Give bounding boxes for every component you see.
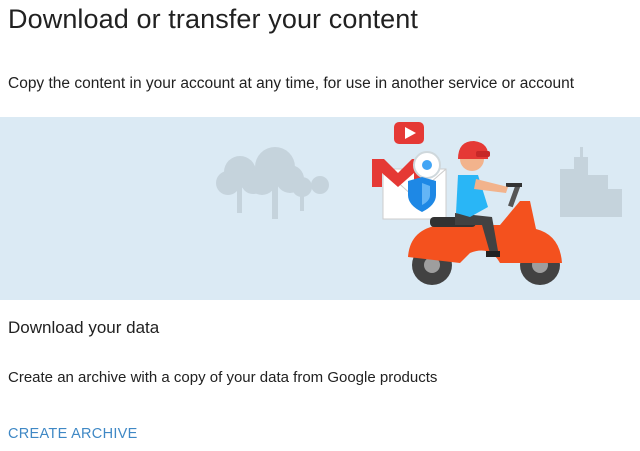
page-title: Download or transfer your content	[8, 4, 419, 34]
buildings-icon	[560, 147, 622, 217]
create-archive-button[interactable]: CREATE ARCHIVE	[8, 426, 138, 442]
trees-icon	[216, 147, 329, 219]
chrome-icon	[413, 151, 441, 179]
youtube-icon	[394, 122, 424, 144]
page-subtitle: Copy the content in your account at any …	[8, 75, 575, 92]
download-section-title: Download your data	[8, 318, 160, 337]
banner-illustration	[0, 117, 640, 300]
download-section-description: Create an archive with a copy of your da…	[8, 369, 438, 386]
